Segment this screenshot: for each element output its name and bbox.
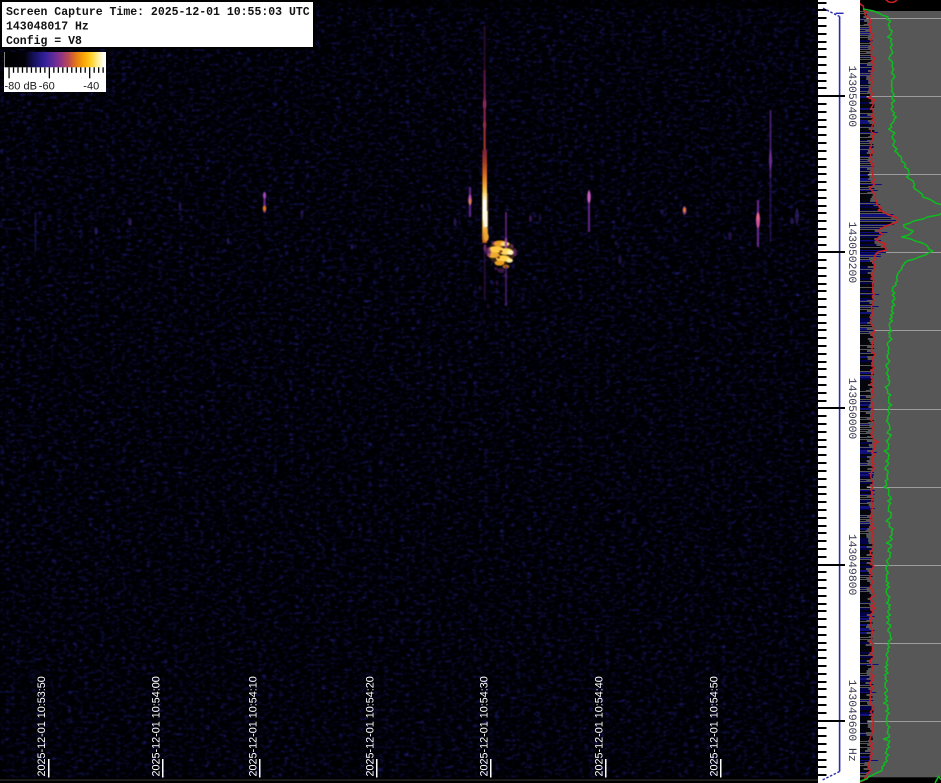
- svg-text:-80 dB: -80 dB: [5, 81, 37, 93]
- svg-text:2025-12-01 10:53:50: 2025-12-01 10:53:50: [36, 676, 48, 776]
- svg-text:2025-12-01 10:54:50: 2025-12-01 10:54:50: [709, 676, 721, 776]
- svg-text:143049800: 143049800: [845, 534, 857, 596]
- svg-text:143048017 Hz: 143048017 Hz: [6, 20, 89, 33]
- svg-text:-40: -40: [83, 81, 99, 93]
- svg-text:143050400: 143050400: [845, 66, 857, 128]
- svg-text:-60: -60: [39, 81, 55, 93]
- svg-text:143050000: 143050000: [845, 378, 857, 440]
- svg-text:143049600 Hz: 143049600 Hz: [845, 680, 857, 762]
- svg-text:Config = V8: Config = V8: [6, 35, 82, 48]
- svg-text:2025-12-01 10:54:20: 2025-12-01 10:54:20: [365, 676, 377, 776]
- svg-text:2025-12-01 10:54:30: 2025-12-01 10:54:30: [479, 676, 491, 776]
- svg-text:2025-12-01 10:54:00: 2025-12-01 10:54:00: [151, 676, 163, 776]
- svg-text:2025-12-01 10:54:10: 2025-12-01 10:54:10: [248, 676, 260, 776]
- svg-text:2025-12-01 10:54:40: 2025-12-01 10:54:40: [594, 676, 606, 776]
- svg-text:Screen Capture Time: 2025-12-0: Screen Capture Time: 2025-12-01 10:55:03…: [6, 6, 310, 19]
- svg-text:143050200: 143050200: [845, 222, 857, 284]
